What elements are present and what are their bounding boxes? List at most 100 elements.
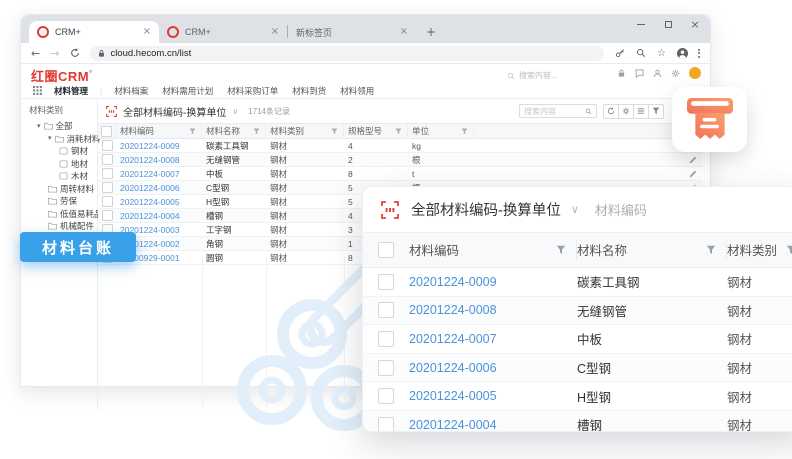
user-icon[interactable] (653, 69, 662, 78)
browser-menu-icon[interactable] (698, 49, 700, 58)
tree-item[interactable]: ▾消耗材料 (21, 133, 97, 146)
reload-icon[interactable] (69, 48, 80, 59)
material-code-link[interactable]: 20201224-0009 (409, 275, 497, 289)
tree-item[interactable]: 机械配件 (21, 220, 97, 233)
filter-funnel-icon[interactable] (706, 245, 716, 255)
app-nav-active-item[interactable]: 材料管理 (54, 85, 88, 97)
chevron-down-icon[interactable]: ∨ (232, 107, 238, 116)
app-search[interactable]: 搜索内容... (507, 70, 558, 81)
column-header[interactable]: 规格型号 (344, 124, 408, 138)
material-code-link[interactable]: 20201224-0008 (409, 303, 497, 317)
chat-icon[interactable] (635, 69, 644, 78)
table-row[interactable]: 20201224-0008无缝钢管钢材2根 (98, 153, 702, 167)
chevron-down-icon[interactable]: ∨ (571, 203, 579, 216)
tree-item[interactable]: ▾全部 (21, 120, 97, 133)
gear-icon[interactable] (671, 69, 680, 78)
apps-grid-icon[interactable] (33, 86, 42, 95)
app-nav-item[interactable]: 材料需用计划 (162, 85, 213, 97)
table-search[interactable] (519, 104, 597, 118)
edit-icon[interactable] (689, 170, 697, 178)
tree-item[interactable]: 劳保 (21, 195, 97, 208)
material-code-link[interactable]: 20201224-0004 (120, 211, 180, 221)
column-header[interactable]: 材料类别 (266, 124, 344, 138)
material-code-link[interactable]: 20201224-0005 (120, 197, 180, 207)
row-checkbox[interactable] (378, 331, 394, 347)
forward-icon[interactable]: → (50, 48, 59, 59)
row-checkbox[interactable] (102, 154, 113, 165)
table-row[interactable]: 20201224-0009碳素工具钢钢材 (363, 268, 792, 297)
tree-item[interactable]: 周转材料 (21, 183, 97, 196)
row-checkbox[interactable] (102, 168, 113, 179)
app-nav-item[interactable]: 材料到货 (292, 85, 326, 97)
user-avatar[interactable] (689, 67, 701, 79)
column-header[interactable]: 单位 (408, 124, 474, 138)
browser-tab-active[interactable]: CRM+ × (29, 21, 159, 43)
material-code-link[interactable]: 20201224-0006 (120, 183, 180, 193)
material-code-link[interactable]: 20201224-0009 (120, 141, 180, 151)
row-checkbox[interactable] (101, 126, 112, 137)
settings-button[interactable] (618, 104, 634, 119)
app-nav-item[interactable]: 材料采购订单 (227, 85, 278, 97)
filter-funnel-icon[interactable] (253, 128, 260, 135)
list-view-button[interactable] (633, 104, 649, 119)
tab-close-icon[interactable]: × (400, 27, 408, 37)
table-row[interactable]: 20201224-0007中板钢材 (363, 325, 792, 354)
tab-close-icon[interactable]: × (271, 27, 279, 37)
filter-funnel-icon[interactable] (331, 128, 338, 135)
material-code-link[interactable]: 20201224-0008 (120, 155, 180, 165)
expand-arrow-icon[interactable]: ▾ (37, 123, 41, 130)
profile-avatar[interactable] (677, 48, 688, 59)
filter-funnel-icon[interactable] (786, 245, 792, 255)
table-row[interactable]: 20201224-0006C型钢钢材 (363, 354, 792, 383)
row-checkbox[interactable] (378, 274, 394, 290)
column-header[interactable]: 材料名称 (202, 124, 266, 138)
table-search-input[interactable] (524, 107, 582, 116)
browser-tab-3[interactable]: 新标签页 × (288, 21, 416, 43)
tab-close-icon[interactable]: × (143, 27, 151, 37)
app-nav-item[interactable]: 材料档案 (114, 85, 148, 97)
expand-arrow-icon[interactable]: ▾ (48, 135, 52, 142)
row-checkbox[interactable] (378, 388, 394, 404)
close-button[interactable]: × (690, 19, 700, 29)
lock-icon[interactable] (617, 69, 626, 78)
tree-item[interactable]: 低值易耗品 (21, 208, 97, 221)
column-header[interactable]: 材料编码 (409, 240, 577, 260)
browser-tab-2[interactable]: CRM+ × (159, 21, 287, 43)
row-checkbox[interactable] (378, 360, 394, 376)
table-row[interactable]: 20201224-0009碳素工具钢钢材4kg (98, 139, 702, 153)
material-code-link[interactable]: 20201224-0004 (409, 418, 497, 432)
tree-item[interactable]: 木材 (21, 170, 97, 183)
tree-item[interactable]: 钢材 (21, 145, 97, 158)
filter-funnel-icon[interactable] (556, 245, 566, 255)
table-row[interactable]: 20201224-0004槽钢钢材 (363, 411, 792, 432)
filter-funnel-icon[interactable] (395, 128, 402, 135)
address-bar[interactable]: cloud.hecom.cn/list (90, 46, 604, 61)
new-tab-button[interactable]: + (426, 26, 436, 38)
app-nav-item[interactable]: 材料领用 (340, 85, 374, 97)
refresh-button[interactable] (603, 104, 619, 119)
material-code-link[interactable]: 20201224-0005 (409, 389, 497, 403)
row-checkbox[interactable] (102, 210, 113, 221)
column-header[interactable]: 材料类别 (727, 240, 792, 260)
material-code-link[interactable]: 20201224-0006 (409, 361, 497, 375)
zoom-icon[interactable] (635, 48, 646, 59)
table-row[interactable]: 20201224-0007中板钢材8t (98, 167, 702, 181)
material-code-link[interactable]: 20201224-0007 (409, 332, 497, 346)
maximize-button[interactable] (663, 19, 673, 29)
row-checkbox[interactable] (102, 196, 113, 207)
filter-funnel-icon[interactable] (461, 128, 468, 135)
row-checkbox[interactable] (378, 417, 394, 432)
edit-icon[interactable] (689, 156, 697, 164)
row-checkbox[interactable] (378, 242, 394, 258)
row-checkbox[interactable] (102, 182, 113, 193)
bookmark-star-icon[interactable]: ☆ (656, 48, 667, 59)
filter-funnel-icon[interactable] (189, 128, 196, 135)
table-row[interactable]: 20201224-0008无缝钢管钢材 (363, 297, 792, 326)
tree-item[interactable]: 地材 (21, 158, 97, 171)
back-icon[interactable]: ← (31, 48, 40, 59)
filter-button[interactable] (648, 104, 664, 119)
table-row[interactable]: 20201224-0005H型钢钢材 (363, 382, 792, 411)
column-header[interactable]: 材料名称 (577, 240, 727, 260)
key-icon[interactable] (614, 48, 625, 59)
row-checkbox[interactable] (378, 302, 394, 318)
